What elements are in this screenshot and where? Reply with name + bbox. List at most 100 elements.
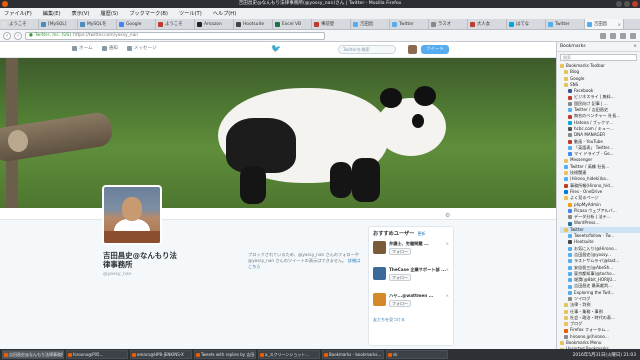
tab-favicon-icon <box>236 21 241 27</box>
taskbar-item[interactable]: emacs@HP8-JENKINS-X <box>130 350 192 359</box>
minimize-button[interactable] <box>616 1 622 7</box>
taskbar-item[interactable]: a_スクリーンショット... <box>258 350 320 359</box>
favicon-icon <box>568 265 572 270</box>
twitter-bird-icon[interactable]: 🐦 <box>271 45 281 53</box>
taskbar-clock: 2016年5月31日(火曜日) 21:03 <box>572 352 636 358</box>
menu-file[interactable]: ファイル(F) <box>4 10 32 17</box>
follow-button[interactable]: フォロー <box>389 274 411 281</box>
browser-tab[interactable]: ラスオ <box>429 19 468 29</box>
user-avatar[interactable] <box>373 267 386 280</box>
menu-history[interactable]: 履歴(S) <box>100 10 118 17</box>
favicon-icon <box>568 114 572 119</box>
gear-icon[interactable]: ⚙ <box>445 212 450 219</box>
taskbar-item[interactable]: hiroono@P05... <box>66 350 128 359</box>
wtf-user: ハヤ...@wattmen ... × フォロー <box>373 293 449 315</box>
tweet-button[interactable]: ツイート <box>421 45 449 54</box>
panda-leg <box>330 162 352 198</box>
user-avatar[interactable] <box>373 293 386 306</box>
browser-tab[interactable]: 吉田昌 × <box>585 19 624 29</box>
tab-favicon-icon <box>548 21 553 27</box>
browser-tab[interactable]: Hootsuite <box>234 19 273 29</box>
downloads-icon[interactable] <box>610 32 616 39</box>
find-friends-link[interactable]: 友だちを見つける <box>373 317 449 323</box>
taskbar-item[interactable]: Bookmarks - bookmarks... <box>322 350 384 359</box>
back-button[interactable]: ‹ <box>3 31 11 40</box>
window-title: 吉田昌史@なんもり法律事務所(@yossy_nan)さん | Twitter -… <box>238 1 402 6</box>
sidebar-close-icon[interactable]: × <box>633 44 637 49</box>
tab-strip: ようこそ [MySQL] MySQLを Google ようこそ Amazon Hootsui… <box>0 19 640 30</box>
menu-edit[interactable]: 編集(E) <box>43 10 61 17</box>
wtf-refresh-link[interactable]: 更新 <box>417 231 425 237</box>
dismiss-icon[interactable]: × <box>446 241 449 246</box>
nav-notifications[interactable]: 通知 <box>101 45 118 51</box>
twitter-search-input[interactable]: Twitterを検索 <box>338 45 396 54</box>
taskbar-item[interactable]: Tweets with replies by 吉田... <box>194 350 256 359</box>
browser-tab[interactable]: Twitter <box>546 19 585 29</box>
user-name[interactable]: TheCase 企業サポート部 ... <box>389 267 446 273</box>
browser-tab[interactable]: 大人女 <box>468 19 507 29</box>
browser-tab[interactable]: 事前登 <box>312 19 351 29</box>
browser-tab[interactable]: Excel VB <box>273 19 312 29</box>
browser-tab[interactable]: Google <box>117 19 156 29</box>
dismiss-icon[interactable]: × <box>446 293 449 298</box>
url-bar[interactable]: ● Twitter, Inc. (US) https://twitter.com… <box>25 31 325 40</box>
who-to-follow: おすすめユーザー 更新 弁護士、労働問題 ... × フォロー TheCase 企業サ… <box>368 226 454 346</box>
browser-tab[interactable]: ようこそ <box>156 19 195 29</box>
tab-close-icon[interactable]: × <box>618 22 621 27</box>
nav-home[interactable]: ホーム <box>72 45 93 51</box>
taskbar-item[interactable]: 吉田昌史@なんもり法律事務所... <box>2 350 64 359</box>
page-viewport: ホーム 通知 メッセージ 🐦 Twitterを検索 ツイート ⚙ 吉田昌史@なん… <box>0 42 556 349</box>
folder-icon <box>564 316 568 321</box>
folder-icon <box>564 171 568 176</box>
browser-tab[interactable]: Amazon <box>195 19 234 29</box>
close-button[interactable] <box>632 1 638 7</box>
user-name[interactable]: ハヤ...@wattmen ... <box>389 293 433 299</box>
menu-bookmarks[interactable]: ブックマーク(B) <box>129 10 168 17</box>
menu-help[interactable]: ヘルプ(H) <box>213 10 237 17</box>
favicon-icon <box>568 234 572 239</box>
favicon-icon <box>568 284 572 289</box>
follow-button[interactable]: フォロー <box>389 300 411 307</box>
browser-tab[interactable]: ようこそ <box>0 19 39 29</box>
bookmarks-sidebar: Bookmarks × 検索 Bookmarks Toolbar Blog Goog… <box>556 42 640 349</box>
forward-button[interactable]: › <box>14 31 22 40</box>
account-avatar[interactable] <box>408 45 417 54</box>
favicon-icon <box>568 253 572 258</box>
follow-button[interactable]: フォロー <box>389 248 411 255</box>
favicon-icon <box>568 278 572 283</box>
favicon-icon <box>568 271 572 276</box>
browser-tab[interactable]: はてな <box>507 19 546 29</box>
menu-view[interactable]: 表示(V) <box>72 10 90 17</box>
tab-label: ようこそ <box>9 22 27 27</box>
favicon-icon <box>564 164 568 169</box>
taskbar-item[interactable]: sk <box>386 350 448 359</box>
user-name[interactable]: 弁護士、労働問題 ... <box>389 241 429 247</box>
nav-home-label: ホーム <box>79 46 93 51</box>
tab-label: ようこそ <box>165 22 183 27</box>
tab-label: Excel VB <box>282 21 302 27</box>
folder-icon <box>564 76 568 81</box>
envelope-icon <box>126 45 132 51</box>
dismiss-icon[interactable]: × <box>446 267 449 272</box>
sidebar-search-input[interactable]: 検索 <box>560 54 637 61</box>
menu-tools[interactable]: ツール(T) <box>179 10 202 17</box>
bookmark-star-icon[interactable] <box>600 32 606 39</box>
user-avatar[interactable] <box>373 241 386 254</box>
tab-favicon-icon <box>197 21 202 27</box>
sidebar-title[interactable]: Bookmarks <box>560 44 586 49</box>
folder-icon <box>564 227 568 232</box>
favicon-icon <box>568 139 572 144</box>
nav-messages-label: メッセージ <box>133 46 157 51</box>
browser-tab[interactable]: MySQLを <box>78 19 117 29</box>
profile-avatar[interactable] <box>102 185 162 245</box>
maximize-button[interactable] <box>624 1 630 7</box>
nav-messages[interactable]: メッセージ <box>126 45 157 51</box>
wtf-header: おすすめユーザー 更新 <box>373 230 449 237</box>
home-icon[interactable] <box>620 32 626 39</box>
browser-tab[interactable]: 吉田昌 <box>351 19 390 29</box>
browser-tab[interactable]: Twitter <box>390 19 429 29</box>
browser-tab[interactable]: [MySQL] <box>39 19 78 29</box>
tab-label: ラスオ <box>438 22 452 27</box>
profile-handle: @yossy_nan <box>103 272 132 277</box>
menu-icon[interactable] <box>630 32 636 39</box>
